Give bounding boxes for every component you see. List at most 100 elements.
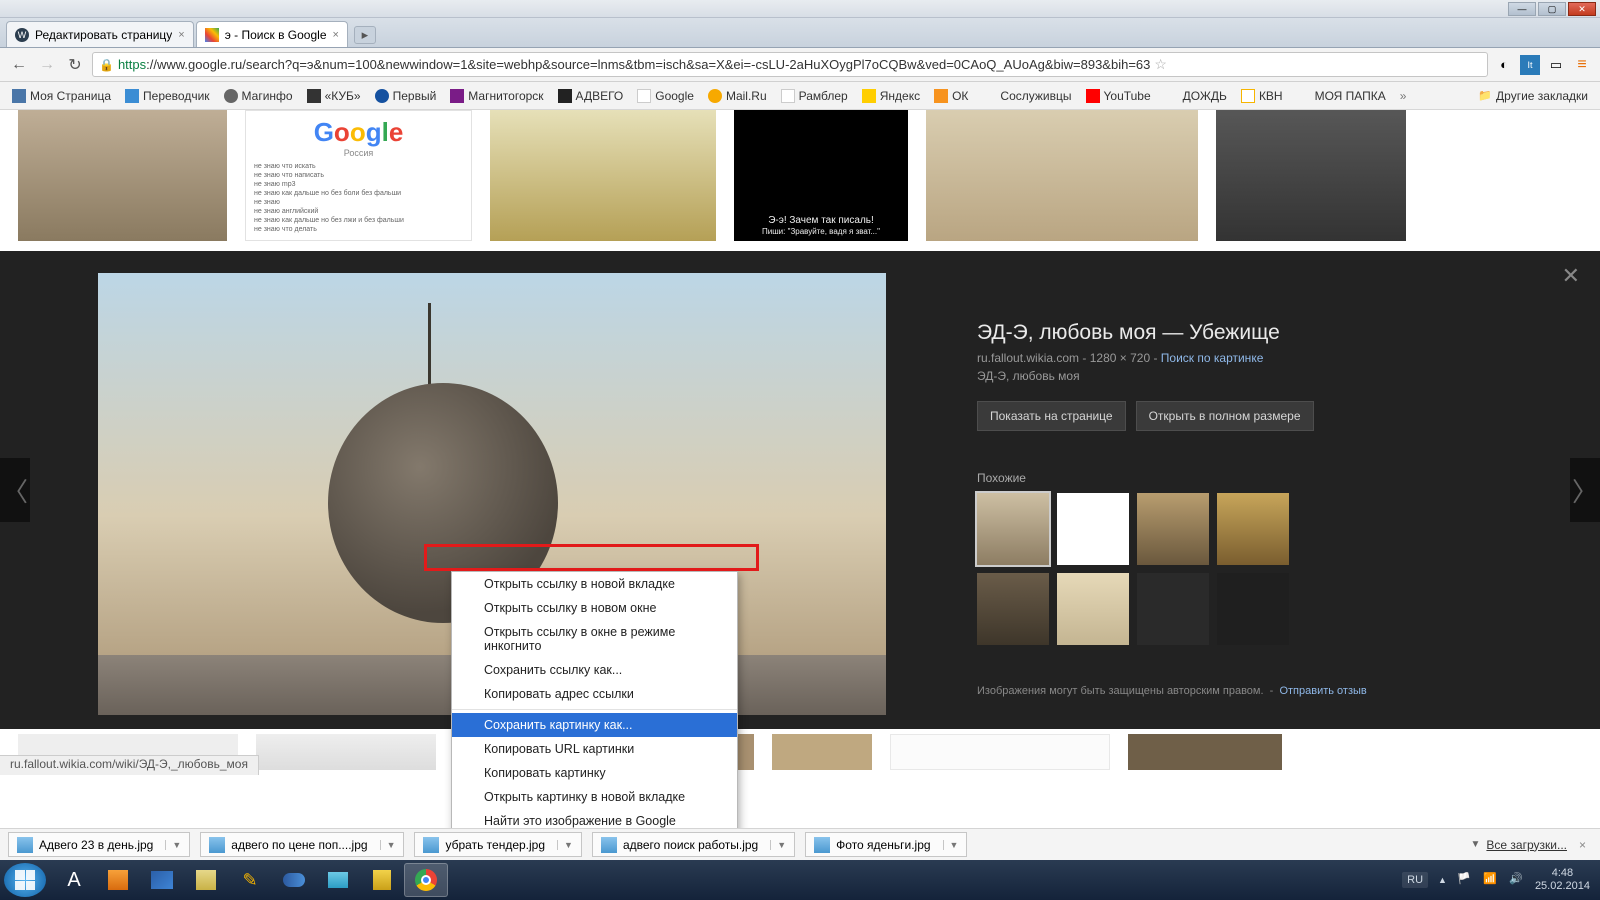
context-menu-item[interactable]: Сохранить ссылку как... [452, 658, 737, 682]
download-item[interactable]: Адвего 23 в день.jpg▼ [8, 832, 190, 857]
context-menu-item[interactable]: Открыть ссылку в новом окне [452, 596, 737, 620]
prev-image-button[interactable]: 〈 [0, 458, 30, 522]
window-maximize[interactable]: ▢ [1538, 2, 1566, 16]
similar-image[interactable] [1217, 493, 1289, 565]
tray-chevron-icon[interactable]: ▲ [1438, 875, 1447, 885]
taskbar-app[interactable]: ✎ [228, 863, 272, 897]
taskbar-app[interactable] [272, 863, 316, 897]
taskbar-app[interactable] [360, 863, 404, 897]
bookmark-star-icon[interactable]: ☆ [1154, 56, 1167, 73]
back-button[interactable]: ← [8, 54, 30, 76]
taskbar-app[interactable] [316, 863, 360, 897]
extension-icon[interactable]: It [1520, 55, 1540, 75]
bookmark-item[interactable]: Яндекс [856, 87, 926, 105]
context-menu-item[interactable]: Копировать картинку [452, 761, 737, 785]
system-clock[interactable]: 4:48 25.02.2014 [1535, 867, 1590, 893]
context-menu-item[interactable]: Открыть картинку в новой вкладке [452, 785, 737, 809]
taskbar-app-chrome[interactable] [404, 863, 448, 897]
similar-image[interactable] [1217, 573, 1289, 645]
similar-image[interactable] [1137, 493, 1209, 565]
extension-icon[interactable]: ◐ [1494, 55, 1514, 75]
close-viewer-button[interactable]: ✕ [1562, 263, 1580, 289]
image-result[interactable] [490, 110, 716, 241]
similar-image[interactable] [1137, 573, 1209, 645]
bookmark-item[interactable]: Магинфо [218, 87, 299, 105]
download-menu-icon[interactable]: ▼ [165, 840, 181, 850]
bookmark-item[interactable]: Рамблер [775, 87, 854, 105]
context-menu-item[interactable]: Копировать URL картинки [452, 737, 737, 761]
browser-tab[interactable]: W Редактировать страницу × [6, 21, 194, 47]
taskbar-app[interactable] [140, 863, 184, 897]
image-result[interactable] [18, 110, 227, 241]
bookmark-item[interactable]: ДОЖДЬ [1159, 87, 1233, 105]
bookmark-item[interactable]: Первый [369, 87, 443, 105]
tab-close-icon[interactable]: × [178, 29, 184, 41]
tray-volume-icon[interactable]: 🔊 [1509, 872, 1525, 888]
bookmark-item[interactable]: Магнитогорск [444, 87, 549, 105]
new-tab-button[interactable]: ▸ [354, 26, 376, 44]
image-result[interactable] [926, 110, 1198, 241]
taskbar-app[interactable] [96, 863, 140, 897]
download-item[interactable]: адвего поиск работы.jpg▼ [592, 832, 795, 857]
context-menu-item[interactable]: Найти это изображение в Google [452, 809, 737, 828]
search-by-image-link[interactable]: Поиск по картинке [1161, 351, 1264, 365]
other-bookmarks[interactable]: 📁 Другие закладки [1472, 87, 1594, 105]
tab-close-icon[interactable]: × [333, 29, 339, 41]
context-menu-item[interactable]: Открыть ссылку в окне в режиме инкогнито [452, 620, 737, 658]
full-size-button[interactable]: Открыть в полном размере [1136, 401, 1314, 431]
image-result[interactable] [1128, 734, 1282, 770]
favicon [862, 89, 876, 103]
send-feedback-link[interactable]: Отправить отзыв [1279, 685, 1366, 697]
omnibox[interactable]: 🔒 https://www.google.ru/search?q=э&num=1… [92, 52, 1488, 77]
bookmark-item[interactable]: Моя Страница [6, 87, 117, 105]
download-item[interactable]: адвего по цене поп....jpg▼ [200, 832, 404, 857]
bookmark-item[interactable]: АДВЕГО [552, 87, 630, 105]
image-result[interactable] [772, 734, 872, 770]
bookmark-item[interactable]: КВН [1235, 87, 1289, 105]
taskbar-app[interactable]: A [52, 863, 96, 897]
download-menu-icon[interactable]: ▼ [770, 840, 786, 850]
image-result[interactable]: Google Россия не знаю что искатьне знаю … [245, 110, 472, 241]
window-minimize[interactable]: — [1508, 2, 1536, 16]
start-button[interactable] [4, 863, 46, 897]
window-close[interactable]: ✕ [1568, 2, 1596, 16]
image-result[interactable] [1216, 110, 1406, 241]
bookmark-item[interactable]: Сослуживцы [976, 87, 1077, 105]
reload-button[interactable]: ↻ [64, 54, 86, 76]
browser-tab[interactable]: э - Поиск в Google × [196, 21, 348, 47]
extension-icon[interactable]: ▭ [1546, 55, 1566, 75]
similar-image[interactable] [977, 573, 1049, 645]
close-downloads-button[interactable]: × [1573, 838, 1592, 852]
image-result[interactable] [890, 734, 1110, 770]
context-menu-item[interactable]: Копировать адрес ссылки [452, 682, 737, 706]
image-result[interactable]: Э-э! Зачем так писаль!Пиши: "Зравуйте, в… [734, 110, 908, 241]
show-all-downloads-link[interactable]: Все загрузки... [1486, 838, 1567, 852]
download-menu-icon[interactable]: ▼ [557, 840, 573, 850]
bookmark-item[interactable]: Google [631, 87, 700, 105]
tray-network-icon[interactable]: 📶 [1483, 872, 1499, 888]
bookmark-item[interactable]: Переводчик [119, 87, 216, 105]
bookmark-item[interactable]: «КУБ» [301, 87, 367, 105]
view-page-button[interactable]: Показать на странице [977, 401, 1126, 431]
download-item[interactable]: Фото яденьги.jpg▼ [805, 832, 967, 857]
bookmark-item[interactable]: YouTube [1080, 87, 1157, 105]
next-image-button[interactable]: 〉 [1570, 458, 1600, 522]
image-result[interactable] [256, 734, 436, 770]
input-language[interactable]: RU [1402, 872, 1428, 888]
bookmarks-overflow[interactable]: » [1396, 89, 1411, 103]
taskbar-app[interactable] [184, 863, 228, 897]
bookmark-item[interactable]: МОЯ ПАПКА [1291, 87, 1392, 105]
tray-icon[interactable]: 🏳️ [1457, 872, 1473, 888]
bookmark-item[interactable]: ОК [928, 87, 974, 105]
download-menu-icon[interactable]: ▼ [380, 840, 396, 850]
chrome-menu-icon[interactable]: ≡ [1572, 55, 1592, 75]
download-item[interactable]: убрать тендер.jpg▼ [414, 832, 581, 857]
similar-image[interactable] [1057, 573, 1129, 645]
context-menu-item[interactable]: Открыть ссылку в новой вкладке [452, 572, 737, 596]
context-menu-item[interactable]: Сохранить картинку как... [452, 713, 737, 737]
similar-image[interactable] [1057, 493, 1129, 565]
download-menu-icon[interactable]: ▼ [943, 840, 959, 850]
forward-button[interactable]: → [36, 54, 58, 76]
bookmark-item[interactable]: Mail.Ru [702, 87, 773, 105]
similar-image[interactable] [977, 493, 1049, 565]
